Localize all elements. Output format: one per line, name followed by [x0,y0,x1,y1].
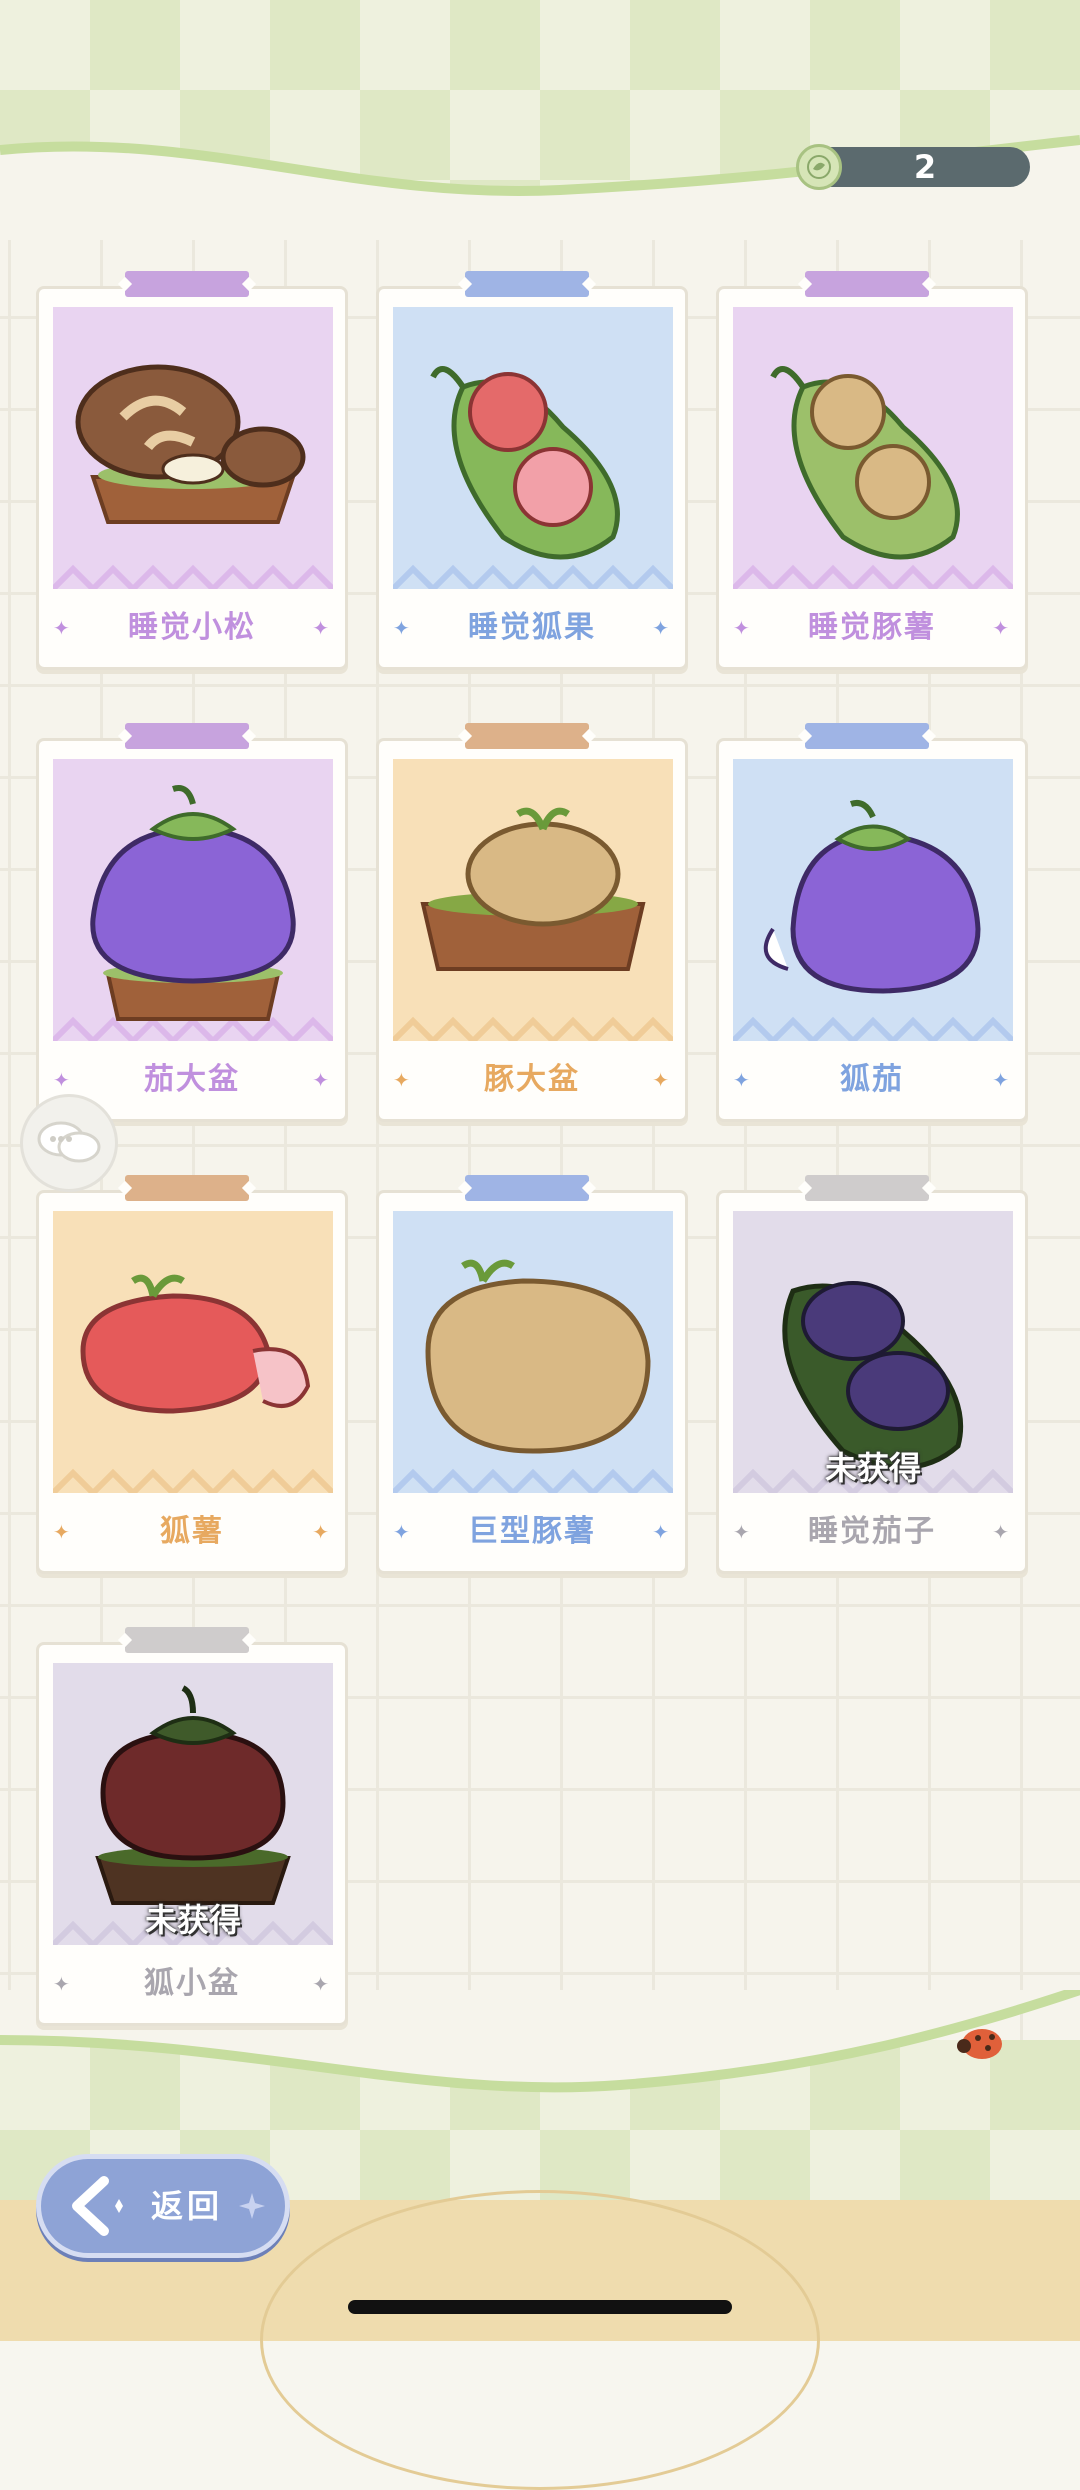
collection-card[interactable]: ✦ 茄大盆 ✦ [36,723,348,1122]
card-art [53,1211,333,1493]
big-capybara-pot-icon [420,807,646,971]
card-name: 巨型豚薯 [468,1514,596,1549]
chat-bubbles-icon [37,1121,101,1163]
card-art [393,1211,673,1493]
back-button-label: 返回 [151,2187,224,2225]
card-tape [805,271,929,297]
card-tape [125,723,249,749]
back-button[interactable]: 返回 [36,2154,290,2258]
sparkle-icon: ✦ [652,616,669,640]
card-art [53,307,333,589]
collection-card[interactable]: ✦ 睡觉豚薯 ✦ [716,271,1028,670]
card-art: 未获得 [53,1663,333,1945]
big-eggplant-pot-icon [90,785,296,1021]
card-name: 睡觉狐果 [468,610,596,645]
card-tape [125,1627,249,1653]
sleeping-fox-fruit-pod-icon [430,366,620,560]
sleeping-pinecone-pot-icon [75,364,306,524]
card-name: 睡觉茄子 [808,1514,936,1549]
collection-card[interactable]: ✦ 睡觉狐果 ✦ [376,271,688,670]
card-name: 睡觉小松 [128,610,256,645]
sparkle-icon: ✦ [312,1068,329,1092]
fox-eggplant-icon [763,799,981,994]
card-name: 狐茄 [840,1062,904,1097]
card-tape [805,723,929,749]
currency-value: 2 [913,148,937,186]
card-tape [465,271,589,297]
locked-label: 未获得 [144,1901,241,1939]
card-name: 豚大盆 [484,1062,580,1097]
card-name: 睡觉豚薯 [808,610,936,645]
card-tape [125,1175,249,1201]
card-name: 狐小盆 [144,1966,240,2001]
card-art [393,307,673,589]
sparkle-icon: ✦ [992,1068,1009,1092]
sparkle-icon: ✦ [312,1520,329,1544]
collection-card[interactable]: ✦ 豚大盆 ✦ [376,723,688,1122]
sparkle-icon: ✦ [312,1972,329,1996]
leaf-coin-icon [796,144,842,190]
giant-capybara-potato-icon [425,1259,651,1454]
card-art: 未获得 [733,1211,1013,1493]
sparkle-icon: ✦ [992,616,1009,640]
collection-card[interactable]: ✦ 巨型豚薯 ✦ [376,1175,688,1574]
locked-label: 未获得 [824,1449,921,1487]
floor-emblem [260,2190,820,2490]
collection-card[interactable]: ✦ 狐薯 ✦ [36,1175,348,1574]
sparkle-icon: ✦ [652,1068,669,1092]
card-tape [805,1175,929,1201]
card-art [733,759,1013,1041]
chat-button[interactable] [20,1094,118,1192]
card-tape [465,1175,589,1201]
card-name: 狐薯 [160,1514,224,1549]
sparkle-icon: ✦ [652,1520,669,1544]
card-tape [125,271,249,297]
card-art [53,759,333,1041]
collection-card[interactable]: ✦ 狐茄 ✦ [716,723,1028,1122]
collection-card-locked[interactable]: 未获得 ✦ 狐小盆 ✦ [36,1627,348,2026]
fox-sweet-potato-icon [80,1274,311,1414]
card-art [393,759,673,1041]
back-arrow-icon [72,2176,123,2236]
card-tape [465,723,589,749]
home-indicator[interactable] [348,2300,732,2314]
sleeping-capybara-potato-pod-icon [770,366,960,560]
ladybug-icon [957,2029,1002,2059]
sparkle-icon: ✦ [312,616,329,640]
sparkle-icon: ✦ [992,1520,1009,1544]
card-art [733,307,1013,589]
collection-card[interactable]: ✦ 睡觉小松 ✦ [36,271,348,670]
collection-card-locked[interactable]: 未获得 ✦ 睡觉茄子 ✦ [716,1175,1028,1574]
sparkle-icon [239,2193,265,2219]
